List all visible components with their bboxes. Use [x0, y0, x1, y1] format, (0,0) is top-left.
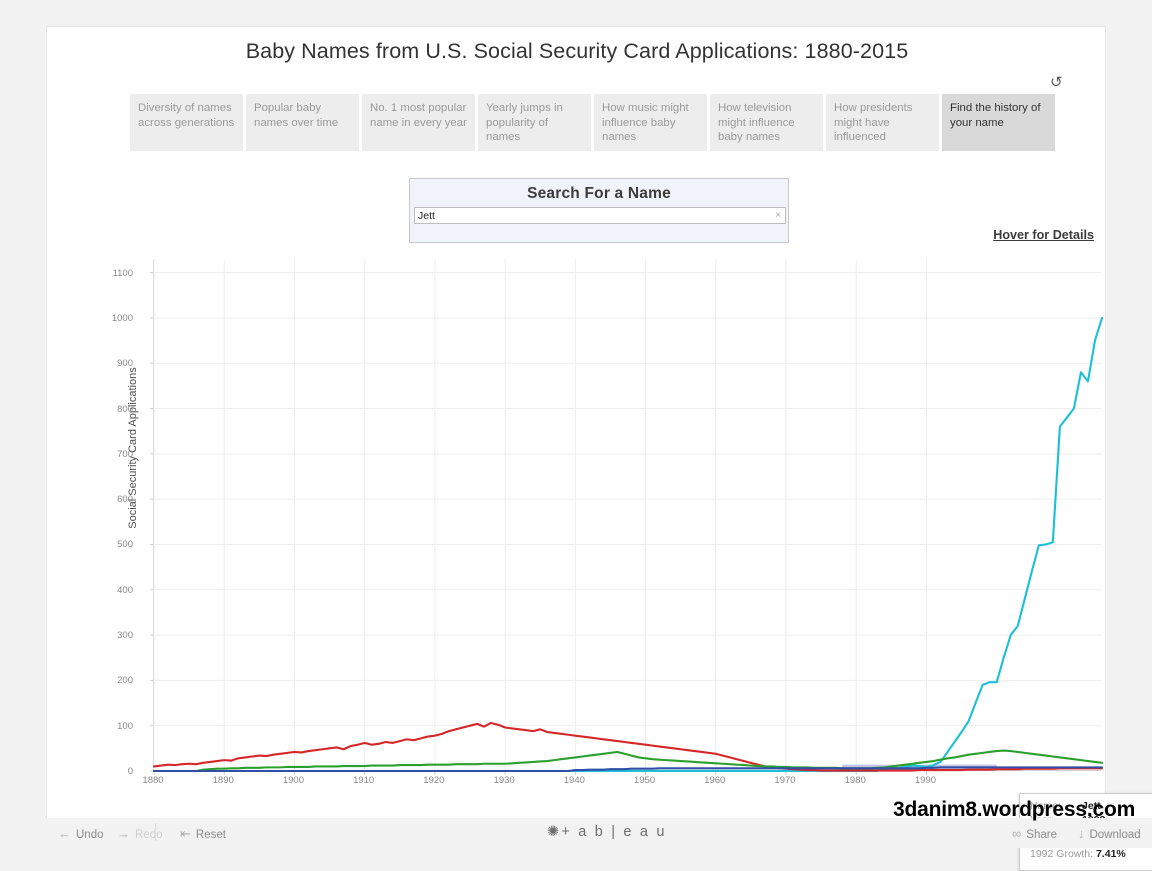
y-tick-label: 1000 — [99, 313, 133, 324]
x-tick-label: 1910 — [344, 775, 384, 786]
tooltip-growth-value: 7.41% — [1096, 848, 1126, 860]
reset-icon: ⇤ — [180, 826, 191, 841]
hover-for-details-link[interactable]: Hover for Details — [993, 228, 1094, 242]
tooltip-growth-row: 1992 Growth: 7.41% — [1030, 848, 1152, 861]
reset-button[interactable]: ⇤ Reset — [180, 826, 226, 842]
tab-find-history-of-your-name[interactable]: Find the history of your name — [942, 94, 1055, 151]
y-axis-ticks: 010020030040050060070080090010001100 — [99, 249, 133, 761]
y-tick-label: 700 — [99, 449, 133, 460]
y-tick-label: 900 — [99, 358, 133, 369]
share-button[interactable]: ∞ Share — [1012, 826, 1057, 841]
tab-music-influence[interactable]: How music might influence baby names — [594, 94, 707, 151]
y-tick-label: 100 — [99, 721, 133, 732]
y-tick-label: 300 — [99, 630, 133, 641]
chart-svg — [154, 259, 1102, 777]
y-tick-label: 1100 — [99, 268, 133, 279]
x-tick-label: 1930 — [484, 775, 524, 786]
gridlines — [150, 259, 1102, 775]
watermark: 3danim8.wordpress.com — [893, 798, 1135, 822]
search-panel: Search For a Name × — [409, 178, 789, 243]
tab-no1-popular-name[interactable]: No. 1 most popular name in every year — [362, 94, 475, 151]
tab-television-influence[interactable]: How television might influence baby name… — [710, 94, 823, 151]
x-tick-label: 1980 — [835, 775, 875, 786]
download-icon: ↓ — [1078, 826, 1085, 841]
clear-icon[interactable]: × — [775, 209, 781, 223]
tab-diversity-of-names[interactable]: Diversity of names across generations — [130, 94, 243, 151]
share-icon: ∞ — [1012, 826, 1021, 841]
tab-presidents-influence[interactable]: How presidents might have influenced — [826, 94, 939, 151]
toolbar-divider — [155, 823, 156, 841]
download-label: Download — [1090, 829, 1141, 841]
arrow-right-icon: → — [117, 826, 130, 841]
tableau-mark-icon: ✺ — [547, 824, 561, 840]
download-button[interactable]: ↓ Download — [1078, 826, 1141, 841]
x-tick-label: 1880 — [133, 775, 173, 786]
undo-button[interactable]: ← Undo — [58, 826, 104, 841]
plot-area[interactable] — [153, 259, 1101, 771]
x-tick-label: 1960 — [695, 775, 735, 786]
x-tick-label: 1890 — [203, 775, 243, 786]
story-tab-strip: Diversity of names across generations Po… — [130, 94, 1055, 151]
redo-label: Redo — [135, 829, 163, 841]
page-title: Baby Names from U.S. Social Security Car… — [47, 39, 1107, 64]
share-label: Share — [1026, 829, 1057, 841]
revert-icon[interactable]: ↺ — [1050, 75, 1063, 90]
y-tick-label: 400 — [99, 585, 133, 596]
x-tick-label: 1920 — [414, 775, 454, 786]
search-input-row[interactable]: × — [414, 207, 786, 224]
y-tick-label: 500 — [99, 539, 133, 550]
x-tick-label: 1940 — [554, 775, 594, 786]
undo-label: Undo — [76, 829, 104, 841]
search-panel-title: Search For a Name — [410, 179, 788, 203]
y-tick-label: 800 — [99, 404, 133, 415]
reset-label: Reset — [196, 829, 226, 841]
y-tick-label: 0 — [99, 766, 133, 777]
tooltip-growth-label: 1992 Growth: — [1030, 848, 1093, 860]
tableau-logo: ✺+ a b | e a u — [547, 824, 667, 840]
y-tick-label: 600 — [99, 494, 133, 505]
line-chart: Social Security Card Applications 010020… — [65, 249, 1105, 794]
x-tick-label: 1990 — [905, 775, 945, 786]
y-tick-label: 200 — [99, 675, 133, 686]
x-tick-label: 1900 — [273, 775, 313, 786]
x-tick-label: 1970 — [765, 775, 805, 786]
tableau-wordmark: + a b | e a u — [561, 824, 666, 840]
arrow-left-icon: ← — [58, 826, 71, 841]
tab-popular-baby-names[interactable]: Popular baby names over time — [246, 94, 359, 151]
tableau-viz-frame: Baby Names from U.S. Social Security Car… — [46, 26, 1106, 821]
bottom-toolbar: ← Undo → Redo ⇤ Reset ✺+ a b | e a u ∞ Share… — [0, 818, 1152, 848]
tab-yearly-jumps[interactable]: Yearly jumps in popularity of names — [478, 94, 591, 151]
search-input[interactable] — [418, 208, 758, 223]
x-tick-label: 1950 — [625, 775, 665, 786]
